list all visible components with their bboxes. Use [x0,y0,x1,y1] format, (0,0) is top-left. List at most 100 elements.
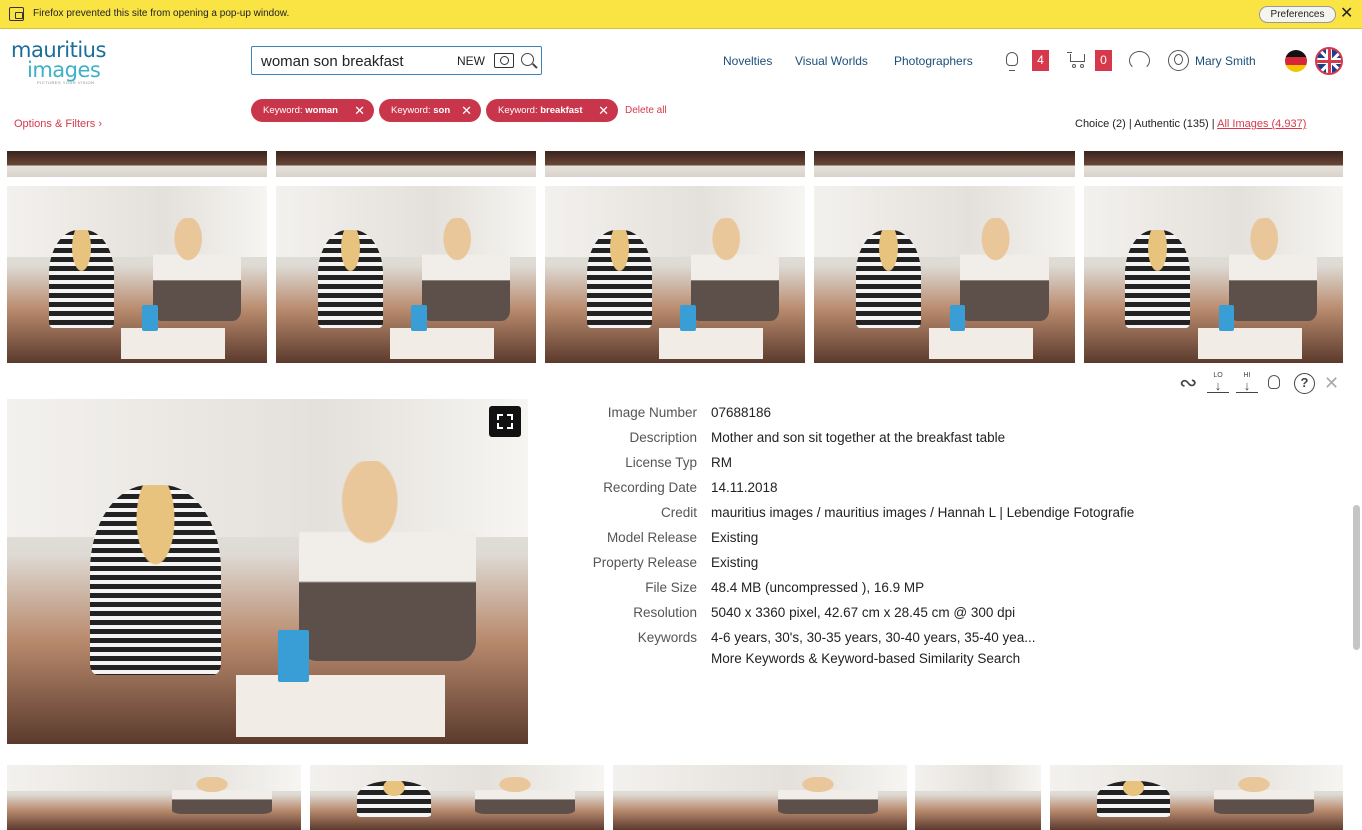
thumbnail-partial[interactable] [814,151,1075,177]
search-query-text[interactable]: woman son breakfast [261,53,404,70]
thumbnail-image[interactable] [310,765,604,830]
meta-file-size: File Size 48.4 MB (uncompressed ), 16.9 … [560,580,1340,600]
support-headset-icon[interactable] [1129,51,1150,70]
thumbnail-image[interactable] [276,186,536,363]
meta-label: Resolution [633,605,697,620]
cart-count-badge[interactable]: 0 [1095,50,1112,71]
meta-value: 07688186 [711,405,772,420]
more-keywords-link[interactable]: More Keywords & Keyword-based Similarity… [711,651,1020,666]
user-account-icon[interactable] [1168,50,1189,71]
thumbnail-image[interactable] [1050,765,1343,830]
meta-value: 14.11.2018 [711,480,778,495]
logo-text-images: images [27,58,101,82]
nav-photographers[interactable]: Photographers [894,54,973,68]
meta-value: Existing [711,530,759,545]
meta-model-release: Model Release Existing [560,530,1340,550]
meta-label: Property Release [592,555,697,570]
separator: | [1128,118,1132,130]
all-images-filter-link[interactable]: All Images (4,937) [1217,118,1306,130]
keyword-chip-breakfast[interactable]: Keyword: breakfast ✕ [486,99,618,122]
meta-label: Credit [660,505,697,520]
thumbnail-image[interactable] [915,765,1041,830]
download-hi-icon[interactable]: HI ↓ [1236,372,1258,396]
meta-label: Model Release [606,530,697,545]
thumbnail-image[interactable] [814,186,1075,363]
meta-description: Description Mother and son sit together … [560,430,1340,450]
thumbnail-partial[interactable] [1084,151,1343,177]
chip-value: woman [305,105,338,116]
meta-value: 4-6 years, 30's, 30-35 years, 30-40 year… [711,630,1036,645]
popup-blocked-icon [9,7,24,21]
thumbnail-image[interactable] [545,186,805,363]
chip-prefix: Keyword: [263,105,303,116]
download-lo-icon[interactable]: LO ↓ [1207,372,1229,396]
collection-filter-bar: Choice (2) | Authentic (135) | All Image… [1075,118,1306,130]
close-detail-icon[interactable]: ✕ [1324,372,1339,396]
preferences-button[interactable]: Preferences [1259,6,1336,23]
uk-flag-icon[interactable] [1315,47,1343,75]
remove-chip-icon[interactable]: ✕ [461,99,472,122]
chip-prefix: Keyword: [498,105,538,116]
camera-icon[interactable] [494,53,514,68]
add-to-lightbox-icon[interactable] [1268,375,1280,389]
meta-label: Description [629,430,697,445]
meta-license-type: License Typ RM [560,455,1340,475]
lightbox-bulb-icon[interactable] [1006,52,1018,71]
meta-recording-date: Recording Date 14.11.2018 [560,480,1340,500]
keyword-chip-son[interactable]: Keyword: son ✕ [379,99,481,122]
similar-images-icon[interactable]: ∾ [1179,371,1197,395]
meta-value: Mother and son sit together at the break… [711,430,1006,445]
thumbnail-partial[interactable] [276,151,536,177]
meta-label: File Size [645,580,697,595]
delete-all-filters-link[interactable]: Delete all [625,105,667,116]
chip-value: son [433,105,451,116]
remove-chip-icon[interactable]: ✕ [354,99,365,122]
keyword-chip-woman[interactable]: Keyword: woman ✕ [251,99,374,122]
close-popup-bar-icon[interactable]: ✕ [1340,5,1353,23]
thumbnail-image[interactable] [613,765,907,830]
nav-visual-worlds[interactable]: Visual Worlds [795,54,868,68]
separator: | [1211,118,1215,130]
thumbnail-image[interactable] [1084,186,1343,363]
user-name-link[interactable]: Mary Smith [1195,54,1256,68]
chip-value: breakfast [540,105,583,116]
meta-label: License Typ [625,455,697,470]
meta-credit: Credit mauritius images / mauritius imag… [560,505,1340,525]
search-icon[interactable] [521,53,534,66]
meta-value: 5040 x 3360 pixel, 42.67 cm x 28.45 cm @… [711,605,1016,620]
meta-label: Image Number [607,405,697,420]
thumbnail-image[interactable] [7,186,267,363]
thumbnail-partial[interactable] [545,151,805,177]
meta-value: 48.4 MB (uncompressed ), 16.9 MP [711,580,925,595]
meta-value: Existing [711,555,759,570]
thumbnail-image[interactable] [7,765,301,830]
meta-property-release: Property Release Existing [560,555,1340,575]
meta-resolution: Resolution 5040 x 3360 pixel, 42.67 cm x… [560,605,1340,625]
page-scrollbar-thumb[interactable] [1353,505,1360,650]
nav-novelties[interactable]: Novelties [723,54,772,68]
site-logo[interactable]: mauritius images PICTURES YOUR VISION [11,38,116,86]
popup-blocked-message: Firefox prevented this site from opening… [33,8,290,19]
meta-keywords: Keywords 4-6 years, 30's, 30-35 years, 3… [560,630,1340,650]
meta-image-number: Image Number 07688186 [560,405,1340,425]
cart-icon[interactable] [1067,52,1086,68]
choice-filter-link[interactable]: Choice (2) [1075,118,1126,130]
popup-blocked-bar: Firefox prevented this site from opening… [0,0,1362,29]
meta-label: Keywords [637,630,697,645]
remove-chip-icon[interactable]: ✕ [598,99,609,122]
thumbnail-partial[interactable] [7,151,267,177]
help-icon[interactable]: ? [1294,373,1315,394]
chip-prefix: Keyword: [391,105,431,116]
meta-value: RM [711,455,732,470]
authentic-filter-link[interactable]: Authentic (135) [1134,118,1209,130]
search-input[interactable]: woman son breakfast NEW [251,46,542,75]
meta-value: mauritius images / mauritius images / Ha… [711,505,1135,520]
visual-search-new-label: NEW [457,54,485,68]
german-flag-icon[interactable] [1285,50,1307,72]
logo-text-mauritius: mauritius [11,38,106,62]
options-filters-link[interactable]: Options & Filters › [14,118,102,130]
detail-preview-image[interactable] [7,399,528,744]
lightbox-count-badge[interactable]: 4 [1032,50,1049,71]
expand-fullscreen-icon[interactable] [489,406,521,437]
logo-tagline: PICTURES YOUR VISION [37,80,95,85]
